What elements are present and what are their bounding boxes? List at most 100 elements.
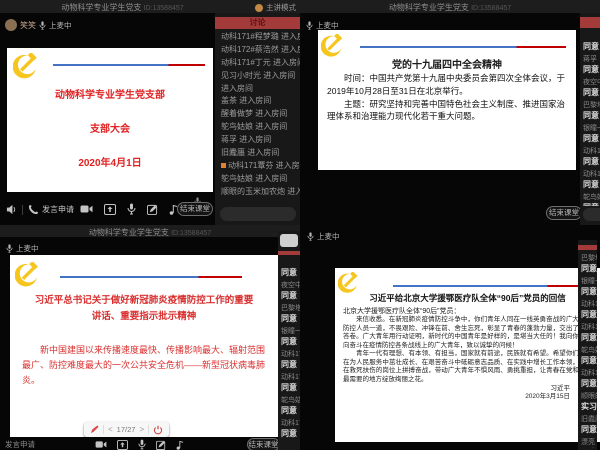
chat-input[interactable]: [220, 207, 296, 221]
chat-sender: 鸵鸟姑娘: [583, 193, 600, 202]
chat-message: 鸵鸟姑娘 同意: [578, 344, 597, 367]
slide-divider: [53, 64, 205, 66]
chat-message: 动科171#程梦璐 进入房间: [215, 31, 300, 44]
chat-sender: 动科172#蔡浩然: [281, 373, 300, 382]
chat-message: 同意: [278, 256, 300, 279]
next-page-button[interactable]: >: [139, 425, 144, 434]
pen-icon[interactable]: [90, 425, 99, 434]
slide: 动物科学专业学生党支部 支部大会 2020年4月1日: [7, 48, 213, 192]
tab-discussion[interactable]: [580, 17, 600, 28]
title-bar: 动物科学专业学生党支 ID:13588457: [300, 0, 600, 13]
chat-sender: 夜空中最亮的星: [281, 281, 300, 290]
chat-text: 同意: [581, 424, 597, 435]
mic-toggle-icon[interactable]: [127, 203, 136, 215]
media-toolbar: [95, 439, 184, 450]
chat-input[interactable]: [280, 234, 298, 247]
chat-message: 鸵鸟姑娘 进入房间: [215, 173, 300, 186]
mic-icon: [39, 21, 46, 30]
meeting-title: 动物科学专业学生党支: [61, 3, 141, 12]
chat-sender: 动科171#程梦璐: [581, 369, 597, 378]
chat-messages[interactable]: 同意 蒋孚 同意 夜空中最亮的星 同意 巴黎塔 同意 银瞳一: [580, 30, 600, 206]
host-avatar: [5, 19, 17, 31]
divider: [148, 425, 149, 434]
chat-sender: 动科171覃芬: [583, 147, 600, 156]
window-title: 动物科学专业学生党支 ID:13588457: [0, 2, 245, 13]
meeting-id: ID:13588457: [171, 230, 211, 237]
window-title: 动物科学专业学生党支 ID:13588457: [300, 2, 600, 13]
chat-sender: 巴黎塔: [581, 254, 597, 263]
mic-toggle-icon[interactable]: [138, 439, 146, 450]
chat-message: 巴黎塔 同意: [578, 252, 597, 275]
chat-message: 顺眼的玉米加农炮 进入房间: [215, 186, 300, 199]
host-status: 上麦中: [307, 230, 340, 242]
chat-message: 巴黎塔 同意: [278, 302, 300, 325]
slide: 习近平总书记关于做好新冠肺炎疫情防控工作的重要讲话、重要指示批示精神 新中国建国…: [10, 255, 278, 437]
chat-text: 同意: [581, 378, 597, 389]
slide-body: 时间：中国共产党第十九届中央委员会第四次全体会议，于2019年10月28日至31…: [327, 72, 567, 123]
party-emblem-icon: [15, 262, 42, 289]
chat-text: 同意: [583, 156, 600, 167]
share-screen-icon[interactable]: [104, 204, 116, 215]
slide-subtitle: 支部大会: [7, 120, 213, 135]
chat-text: 同意: [583, 64, 600, 75]
chat-sender: 鸵鸟姑娘: [281, 396, 300, 405]
tab-discussion[interactable]: 讨论: [215, 17, 300, 29]
slide-paragraph: 青年一代有理想、有本领、有担当，国家就有前途，民族就有希望。希望你们努力在为人民…: [343, 350, 592, 384]
chat-text: 同意: [581, 286, 597, 297]
end-class-button[interactable]: 结束课堂: [247, 438, 280, 450]
chat-text: 同意: [583, 179, 600, 190]
chat-sender: 动科172#蔡浩然: [581, 323, 597, 332]
chat-input[interactable]: [583, 208, 600, 221]
chat-messages[interactable]: 动科171#程梦璐 进入房间 动科172#蔡浩然 进入房间 动科171#丁元 进…: [215, 31, 300, 201]
music-icon[interactable]: [176, 440, 184, 450]
tab-discussion[interactable]: [578, 245, 597, 250]
chat-message: 顺眼的玉米加农炮 实习报告: [578, 390, 597, 413]
chat-message: 巴黎塔 同意: [580, 99, 600, 122]
slide-nav-bar: < 17/27 >: [84, 422, 169, 437]
presenter-mode-selector[interactable]: 主讲模式: [255, 2, 296, 13]
chat-sender: 银瞳一末兮: [583, 124, 600, 133]
chat-message: 醒着做梦 进入房间: [215, 108, 300, 121]
party-emblem-icon: [13, 53, 41, 81]
slide-date: 2020年4月1日: [7, 154, 213, 169]
speech-request-button[interactable]: 发言申请: [5, 439, 35, 450]
speaker-icon[interactable]: [6, 204, 17, 215]
chat-sender: [281, 258, 300, 267]
chat-sender: 巴黎塔: [281, 304, 300, 313]
end-class-button[interactable]: 结束课堂: [177, 202, 213, 216]
slide-title: 习近平总书记关于做好新冠肺炎疫情防控工作的重要讲话、重要指示批示精神: [32, 293, 256, 325]
chat-panel-clipped: 同意 蒋孚 同意 夜空中最亮的星 同意 巴黎塔 同意 银瞳一: [580, 13, 600, 225]
prev-page-button[interactable]: <: [108, 425, 113, 434]
mic-icon: [306, 21, 313, 30]
chat-sender: 银瞳一末兮: [581, 277, 597, 286]
chat-message: 动科171覃芬 同意: [578, 298, 597, 321]
end-class-button[interactable]: 结束课堂: [546, 206, 582, 220]
chat-message: 动科171#丁元 进入房间: [215, 57, 300, 70]
chat-message: 银瞳一末兮 同意: [278, 325, 300, 348]
share-screen-icon[interactable]: [117, 440, 128, 450]
chat-text: 同意: [281, 405, 300, 416]
chat-message: 旧蠹廛 同意: [578, 413, 597, 436]
phone-icon[interactable]: [28, 204, 39, 215]
power-icon[interactable]: [153, 425, 163, 435]
annotate-icon[interactable]: [147, 204, 158, 215]
title-bar: 动物科学专业学生党支 ID:13588457 主讲模式: [0, 0, 300, 13]
meeting-title: 动物科学专业学生党支: [389, 3, 469, 12]
chat-messages[interactable]: 巴黎塔 同意 银瞳一末兮 同意 动科171覃芬 同意 动科172#蔡浩然 同意: [578, 252, 597, 448]
mode-label: 主讲模式: [266, 2, 296, 13]
tab-discussion[interactable]: [278, 251, 300, 255]
camera-icon[interactable]: [95, 440, 107, 449]
chat-message: 进入房间: [215, 83, 300, 96]
speech-request-button[interactable]: 发言申请: [42, 204, 74, 215]
camera-icon[interactable]: [80, 204, 93, 214]
media-toolbar: [80, 203, 178, 215]
meeting-title: 动物科学专业学生党支: [89, 228, 169, 237]
divider: [103, 425, 104, 434]
chat-messages[interactable]: 同意 夜空中最亮的星 同意 巴黎塔 同意 银瞳一末兮 同意: [278, 256, 300, 446]
chat-message: 动科172#蔡浩然 同意: [580, 168, 600, 191]
chat-message: 同意: [580, 30, 600, 53]
slide-body: 新中国建国以来传播速度最快、传播影响最大、辐射范围最广、防控难度最大的一次公共安…: [22, 343, 266, 388]
slide: 习近平给北京大学援鄂医疗队全体“90后”党员的回信 北京大学援鄂医疗队全体“90…: [335, 268, 600, 442]
chat-text: 同意: [583, 87, 600, 98]
annotate-icon[interactable]: [156, 440, 166, 450]
